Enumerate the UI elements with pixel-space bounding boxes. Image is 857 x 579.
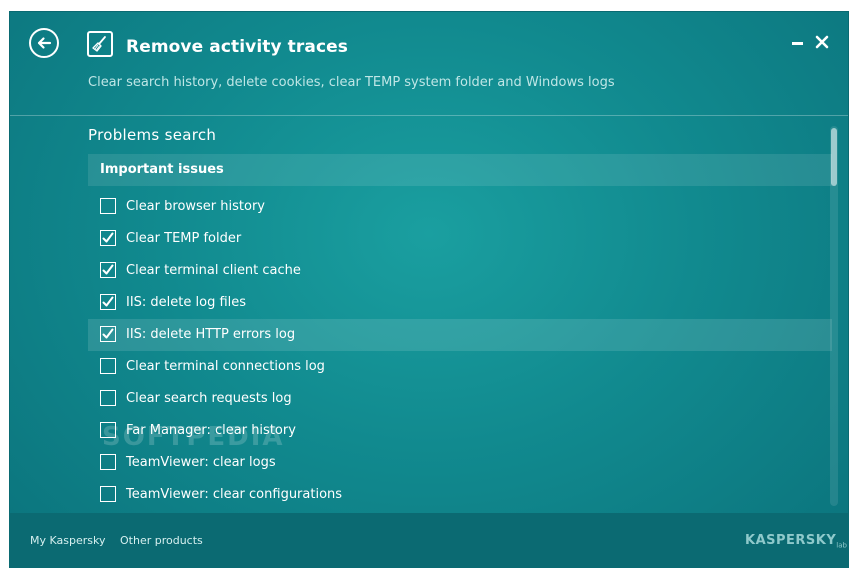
list-item[interactable]: IIS: delete log files <box>88 287 832 319</box>
main-content: Problems search Important issues Clear b… <box>10 116 848 513</box>
checkbox[interactable] <box>100 294 116 310</box>
checkbox[interactable] <box>100 230 116 246</box>
checkbox[interactable] <box>100 390 116 406</box>
list-item[interactable]: Clear terminal client cache <box>88 255 832 287</box>
scrollbar[interactable] <box>830 126 838 506</box>
item-label: TeamViewer: clear configurations <box>126 487 343 502</box>
header: Remove activity traces Clear search hist… <box>10 12 848 115</box>
list-item[interactable]: Clear TEMP folder <box>88 223 832 255</box>
check-icon <box>102 328 114 339</box>
app-window: Remove activity traces Clear search hist… <box>10 12 848 567</box>
arrow-left-icon <box>37 37 52 49</box>
item-label: Clear terminal connections log <box>126 359 325 374</box>
scrollbar-thumb[interactable] <box>831 128 837 186</box>
kaspersky-logo: KASPERSKYlab <box>745 533 847 550</box>
close-icon <box>815 35 829 49</box>
list-item[interactable]: Far Manager: clear history <box>88 415 832 447</box>
checkbox[interactable] <box>100 326 116 342</box>
item-label: Clear browser history <box>126 199 265 214</box>
item-label: Far Manager: clear history <box>126 423 296 438</box>
item-label: Clear terminal client cache <box>126 263 301 278</box>
list-item[interactable]: TeamViewer: clear logs <box>88 447 832 479</box>
minimize-button[interactable] <box>789 33 807 51</box>
list-item[interactable]: Clear terminal connections log <box>88 351 832 383</box>
check-icon <box>102 296 114 307</box>
checkbox[interactable] <box>100 454 116 470</box>
list-item[interactable]: Clear browser history <box>88 191 832 223</box>
group-header: Important issues <box>88 154 832 186</box>
issues-list: Clear browser history Clear TEMP folder Cl… <box>88 191 832 511</box>
page-subtitle: Clear search history, delete cookies, cl… <box>88 75 615 90</box>
item-label: IIS: delete log files <box>126 295 247 310</box>
section-title: Problems search <box>88 126 217 144</box>
item-label: Clear TEMP folder <box>126 231 242 246</box>
my-kaspersky-link[interactable]: My Kaspersky <box>30 534 105 547</box>
item-label: IIS: delete HTTP errors log <box>126 327 296 342</box>
brand-name: KASPERSKY <box>745 533 837 548</box>
item-label: TeamViewer: clear logs <box>126 455 276 470</box>
close-button[interactable] <box>813 33 831 51</box>
broom-icon <box>87 31 113 57</box>
list-item[interactable]: IIS: delete HTTP errors log <box>88 319 832 351</box>
checkbox[interactable] <box>100 262 116 278</box>
brand-suffix: lab <box>836 541 847 550</box>
list-item[interactable]: Clear search requests log <box>88 383 832 415</box>
page-title: Remove activity traces <box>126 37 348 57</box>
checkbox[interactable] <box>100 358 116 374</box>
group-title: Important issues <box>100 162 224 177</box>
checkbox[interactable] <box>100 486 116 502</box>
check-icon <box>102 232 114 243</box>
list-item[interactable]: TeamViewer: clear configurations <box>88 479 832 511</box>
footer: My Kaspersky Other products KASPERSKYlab <box>10 513 848 567</box>
other-products-link[interactable]: Other products <box>120 534 203 547</box>
back-button[interactable] <box>29 28 59 58</box>
checkbox[interactable] <box>100 422 116 438</box>
item-label: Clear search requests log <box>126 391 292 406</box>
checkbox[interactable] <box>100 198 116 214</box>
check-icon <box>102 264 114 275</box>
